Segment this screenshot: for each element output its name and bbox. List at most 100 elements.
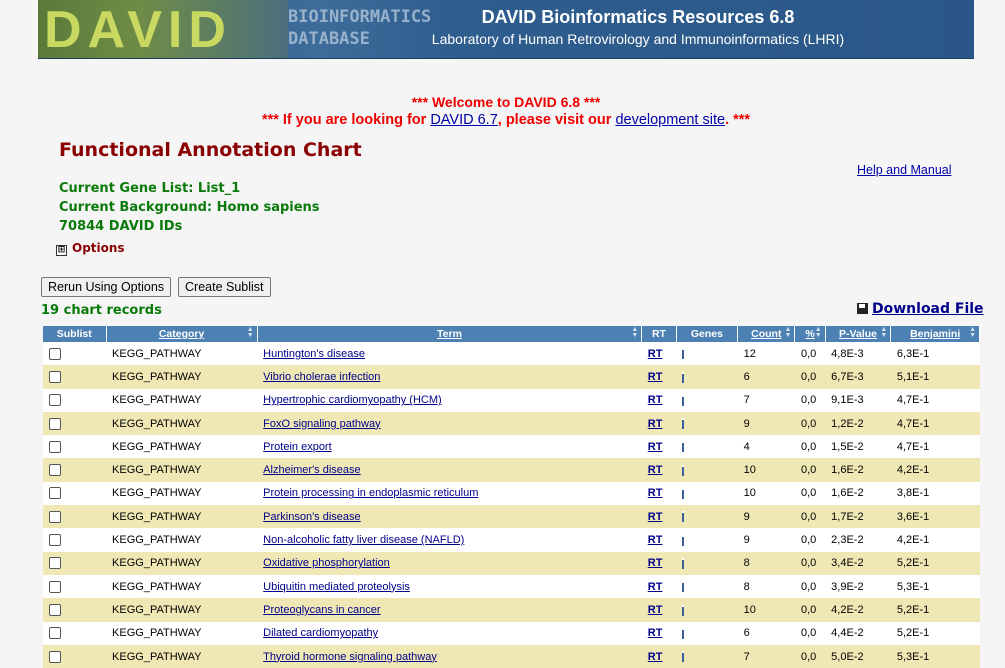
rt-link[interactable]: RT: [648, 371, 663, 383]
term-link[interactable]: Non-alcoholic fatty liver disease (NAFLD…: [263, 534, 464, 546]
rerun-using-options-button[interactable]: Rerun Using Options: [41, 277, 172, 297]
sort-icon[interactable]: ▲ ▼: [247, 326, 254, 339]
count-cell: 7: [737, 644, 795, 668]
sublist-checkbox[interactable]: [49, 627, 61, 640]
sublist-checkbox[interactable]: [49, 580, 61, 593]
pvalue-cell: 1,7E-2: [825, 505, 891, 529]
sublist-checkbox[interactable]: [49, 417, 61, 430]
sublist-checkbox[interactable]: [49, 370, 61, 383]
sublist-checkbox[interactable]: [49, 487, 61, 500]
sublist-checkbox[interactable]: [49, 557, 61, 570]
sublist-checkbox[interactable]: [49, 603, 61, 616]
col-term[interactable]: Term ▲ ▼: [257, 326, 643, 342]
options-label: Options: [72, 241, 125, 255]
download-file-link[interactable]: Download File: [857, 301, 984, 317]
sub-cell: [43, 365, 107, 389]
table-row: KEGG_PATHWAY Oxidative phosphorylation RT 8…: [43, 551, 980, 575]
count-cell: 7: [737, 388, 795, 412]
sublist-checkbox[interactable]: [49, 510, 61, 523]
rt-link[interactable]: RT: [648, 464, 663, 476]
development-site-link[interactable]: development site: [615, 112, 725, 128]
term-cell: FoxO signaling pathway: [257, 411, 642, 436]
term-link[interactable]: Oxidative phosphorylation: [263, 557, 390, 569]
term-link[interactable]: Protein export: [263, 441, 331, 453]
gene-info-icon[interactable]: [682, 348, 685, 360]
create-sublist-button[interactable]: Create Sublist: [178, 277, 271, 297]
rt-link[interactable]: RT: [648, 651, 663, 663]
table-row: KEGG_PATHWAY Parkinson's disease RT 9 0,0 1,7…: [43, 505, 980, 529]
gene-info-icon[interactable]: [682, 511, 685, 523]
term-link[interactable]: Dilated cardiomyopathy: [263, 627, 378, 639]
sublist-checkbox[interactable]: [49, 534, 61, 547]
rt-link[interactable]: RT: [648, 394, 663, 406]
sort-icon[interactable]: ▲ ▼: [631, 326, 638, 339]
gene-info-icon[interactable]: [682, 464, 685, 476]
sublist-checkbox[interactable]: [49, 394, 61, 407]
category-cell: KEGG_PATHWAY: [106, 621, 258, 645]
gene-info-icon[interactable]: [682, 534, 685, 546]
rt-link[interactable]: RT: [648, 348, 663, 360]
term-link[interactable]: Proteoglycans in cancer: [263, 604, 380, 616]
gene-info-icon[interactable]: [682, 394, 685, 406]
benjamini-cell: 4,7E-1: [890, 388, 980, 412]
rt-link[interactable]: RT: [648, 557, 663, 569]
sublist-checkbox[interactable]: [49, 464, 61, 477]
sublist-checkbox[interactable]: [49, 440, 61, 453]
term-link[interactable]: Hypertrophic cardiomyopathy (HCM): [263, 394, 442, 406]
gene-info-icon[interactable]: [682, 651, 685, 663]
col-benjamini-label: Benjamini: [910, 328, 961, 340]
term-link[interactable]: Alzheimer's disease: [263, 464, 360, 476]
col-percent[interactable]: % ▲ ▼: [794, 326, 826, 342]
col-count[interactable]: Count ▲ ▼: [737, 326, 796, 342]
rt-link[interactable]: RT: [648, 534, 663, 546]
rt-link[interactable]: RT: [648, 604, 663, 616]
help-manual-link[interactable]: Help and Manual: [857, 163, 952, 177]
david-logo[interactable]: DAVID: [38, 0, 288, 58]
category-cell: KEGG_PATHWAY: [106, 598, 258, 622]
gene-info-icon[interactable]: [682, 488, 685, 500]
count-cell: 10: [737, 481, 795, 506]
gene-info-icon[interactable]: [682, 441, 685, 453]
gene-info-icon[interactable]: [682, 418, 685, 430]
sort-icon[interactable]: ▲ ▼: [880, 326, 887, 339]
david-67-link[interactable]: DAVID 6.7: [430, 112, 497, 128]
count-cell: 10: [737, 598, 795, 622]
gene-info-icon[interactable]: [682, 557, 685, 569]
term-link[interactable]: Vibrio cholerae infection: [263, 371, 380, 383]
sublist-checkbox[interactable]: [49, 347, 61, 360]
expand-icon[interactable]: ⊞: [56, 245, 67, 256]
col-category[interactable]: Category ▲ ▼: [106, 326, 258, 342]
term-link[interactable]: Parkinson's disease: [263, 511, 361, 523]
term-cell: Hypertrophic cardiomyopathy (HCM): [257, 388, 642, 412]
percent-cell: 0,0: [794, 411, 826, 436]
term-link[interactable]: Huntington's disease: [263, 348, 365, 360]
sublist-checkbox[interactable]: [49, 650, 61, 663]
rt-link[interactable]: RT: [648, 487, 663, 499]
rt-link[interactable]: RT: [648, 581, 663, 593]
term-link[interactable]: Ubiquitin mediated proteolysis: [263, 581, 410, 593]
col-benjamini[interactable]: Benjamini ▲ ▼: [890, 326, 980, 342]
category-cell: KEGG_PATHWAY: [106, 481, 258, 506]
table-row: KEGG_PATHWAY Vibrio cholerae infection RT 6…: [43, 365, 980, 389]
gene-info-icon[interactable]: [682, 627, 685, 639]
table-row: KEGG_PATHWAY Protein processing in endopl…: [43, 481, 980, 506]
term-link[interactable]: Thyroid hormone signaling pathway: [263, 651, 437, 663]
rt-link[interactable]: RT: [648, 418, 663, 430]
sort-icon[interactable]: ▲ ▼: [969, 326, 976, 339]
genes-cell: [676, 435, 738, 459]
gene-info-icon[interactable]: [682, 604, 685, 616]
term-link[interactable]: FoxO signaling pathway: [263, 418, 380, 430]
sort-icon[interactable]: ▲ ▼: [785, 326, 792, 339]
benjamini-cell: 6,3E-1: [890, 342, 980, 366]
gene-info-icon[interactable]: [682, 371, 685, 383]
rt-link[interactable]: RT: [648, 511, 663, 523]
term-link[interactable]: Protein processing in endoplasmic reticu…: [263, 487, 478, 499]
rt-link[interactable]: RT: [648, 441, 663, 453]
pvalue-cell: 6,7E-3: [825, 365, 891, 389]
percent-cell: 0,0: [794, 458, 826, 482]
options-toggle[interactable]: ⊞ Options: [56, 241, 125, 256]
gene-info-icon[interactable]: [682, 581, 685, 593]
sort-icon[interactable]: ▲ ▼: [815, 326, 822, 339]
rt-link[interactable]: RT: [648, 627, 663, 639]
col-pvalue[interactable]: P-Value ▲ ▼: [825, 326, 892, 342]
